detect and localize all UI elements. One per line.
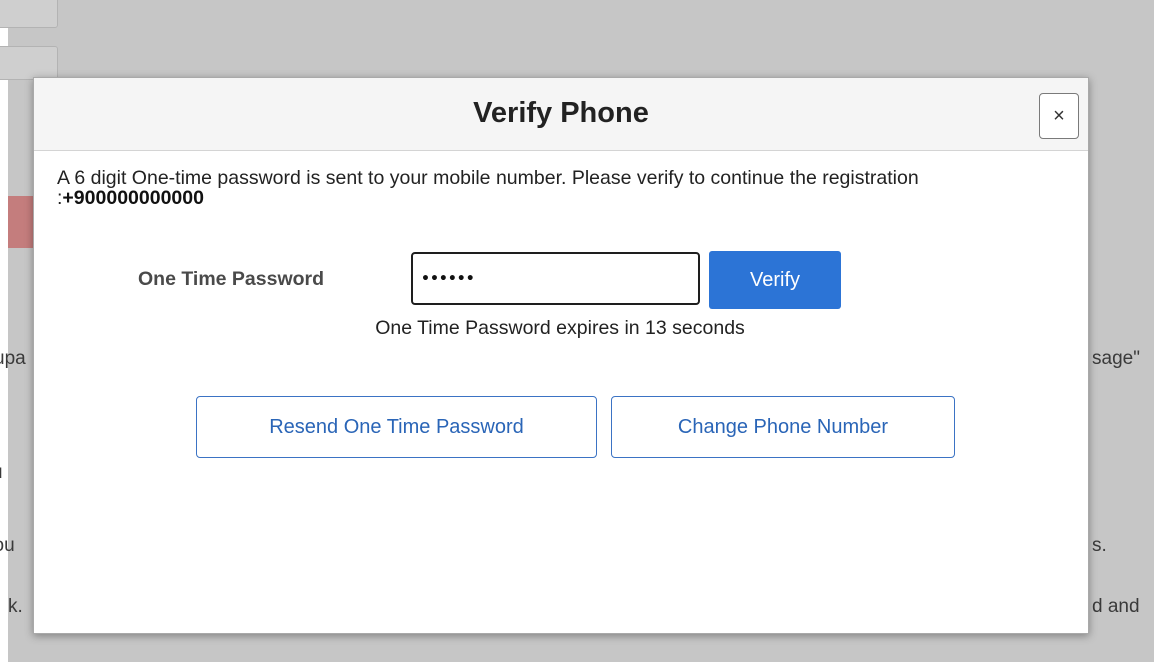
otp-input[interactable] (411, 252, 700, 305)
otp-label: One Time Password (138, 268, 325, 290)
background-text: u (0, 462, 3, 484)
phone-number: +900000000000 (62, 187, 204, 209)
resend-otp-button[interactable]: Resend One Time Password (196, 396, 597, 458)
background-text: you (0, 535, 15, 556)
otp-expiry-text: One Time Password expires in 13 seconds (375, 317, 745, 339)
close-button[interactable]: × (1039, 93, 1079, 139)
otp-instructions: A 6 digit One-time password is sent to y… (57, 168, 1067, 208)
background-text: upa (0, 348, 26, 369)
verify-phone-dialog: Verify Phone × A 6 digit One-time passwo… (33, 77, 1089, 634)
background-field (0, 0, 58, 28)
background-text: d and (1092, 596, 1140, 617)
background-text: sage" (1092, 348, 1140, 369)
change-phone-number-button[interactable]: Change Phone Number (611, 396, 955, 458)
background-text: s. (1092, 535, 1107, 556)
close-icon: × (1053, 105, 1065, 127)
otp-expiry-message: One Time Password expires in 13 seconds (34, 317, 1090, 340)
verify-button[interactable]: Verify (709, 251, 841, 309)
background-field (0, 46, 58, 80)
background-text: k. (8, 596, 23, 617)
background-edge (0, 0, 8, 662)
dialog-title: Verify Phone (473, 97, 649, 129)
dialog-header: Verify Phone × (34, 78, 1088, 151)
